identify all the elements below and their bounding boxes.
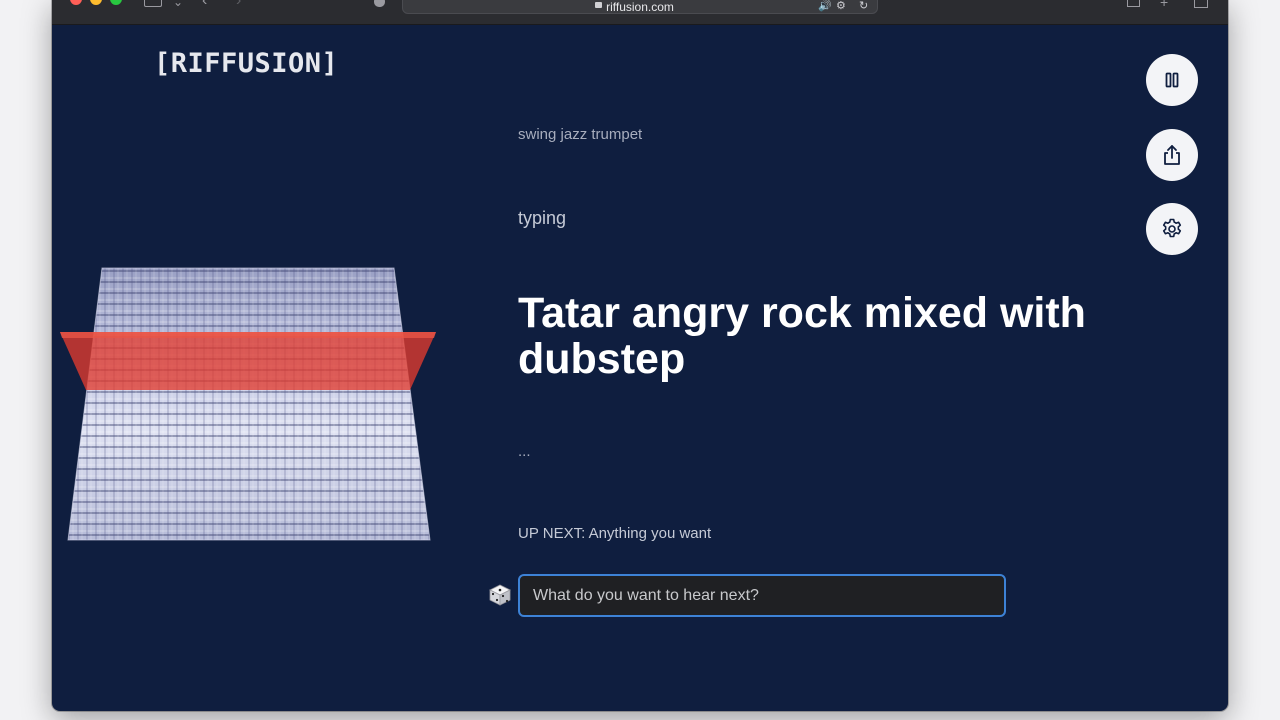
share-icon (1164, 145, 1180, 165)
current-prompt: Tatar angry rock mixed with dubstep (518, 289, 1086, 383)
pause-icon (1165, 72, 1179, 88)
privacy-shield-icon[interactable] (374, 0, 385, 7)
minimize-window-button[interactable] (90, 0, 102, 5)
app-logo[interactable]: [RIFFUSION] (154, 48, 338, 79)
close-window-button[interactable] (70, 0, 82, 5)
audio-playing-icon[interactable]: 🔊 (818, 1, 832, 12)
url-text: riffusion.com (606, 0, 674, 14)
typing-status: typing (518, 208, 567, 228)
settings-button[interactable] (1146, 203, 1198, 255)
next-prompt-placeholder: ... (518, 443, 531, 460)
spectrogram-visualization (60, 267, 436, 541)
extension-icon[interactable]: ⚙ (836, 1, 846, 12)
pause-button[interactable] (1146, 54, 1198, 106)
tab-overview-icon[interactable] (1194, 0, 1208, 8)
browser-toolbar: ⌄ ‹ › riffusion.com 🔊 ⚙ ↻ + (52, 0, 1228, 25)
previous-prompt: swing jazz trumpet (518, 126, 643, 143)
new-tab-icon[interactable]: + (1160, 0, 1168, 9)
gear-icon (1162, 218, 1182, 238)
back-icon[interactable]: ‹ (202, 0, 207, 9)
up-next-label: UP NEXT: Anything you want (518, 525, 712, 542)
chevron-down-icon[interactable]: ⌄ (173, 0, 183, 8)
zoom-window-button[interactable] (110, 0, 122, 5)
forward-icon[interactable]: › (236, 0, 241, 9)
prompt-input[interactable] (518, 574, 1006, 617)
share-button[interactable] (1146, 129, 1198, 181)
sidebar-toggle-icon[interactable] (144, 0, 162, 7)
dice-icon[interactable] (488, 583, 512, 607)
address-bar[interactable]: riffusion.com 🔊 ⚙ ↻ (402, 0, 878, 14)
browser-window: ⌄ ‹ › riffusion.com 🔊 ⚙ ↻ + [RIFFUSION] (52, 0, 1228, 711)
share-page-icon[interactable] (1127, 0, 1140, 7)
reload-icon[interactable]: ↻ (859, 1, 868, 12)
